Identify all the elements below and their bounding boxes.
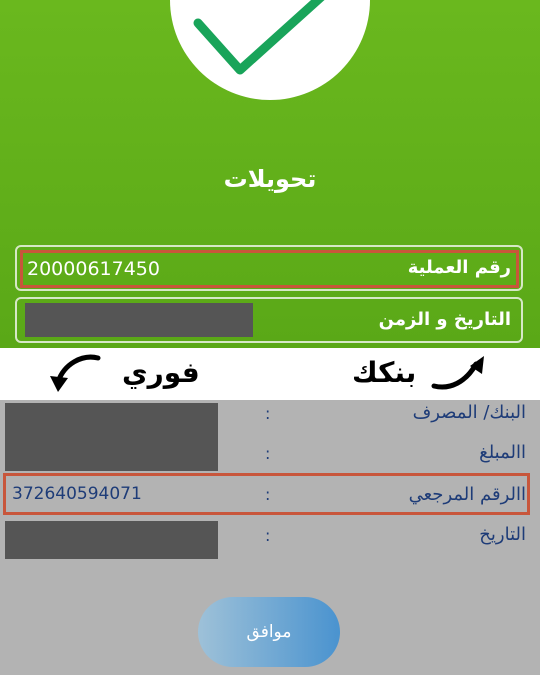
bank-colon: : [265,404,271,423]
annotation-strip: بنكك فوري [0,348,540,400]
curved-arrow-right-icon [431,356,484,390]
fawry-label: فوري [122,356,200,389]
page-title: تحويلات [223,165,317,193]
amount-colon: : [265,444,271,463]
reference-colon: : [265,485,271,504]
datetime-label: التاريخ و الزمن [378,309,511,330]
date-redacted [5,521,218,559]
checkmark-icon [193,0,325,75]
bank-label: البنك/ المصرف [412,402,526,423]
datetime-redacted [25,303,253,337]
reference-label: االرقم المرجعي [408,484,526,505]
date-colon: : [265,526,271,545]
curved-arrow-left-icon [50,354,101,392]
date-label: التاريخ [479,524,526,545]
bank-amount-redacted [5,403,218,471]
transaction-highlight-box [20,250,519,288]
amount-label: االمبلغ [479,442,526,463]
reference-value: 372640594071 [12,484,142,504]
bankak-label: بنكك [352,356,417,389]
ok-button[interactable]: موافق [198,597,340,667]
